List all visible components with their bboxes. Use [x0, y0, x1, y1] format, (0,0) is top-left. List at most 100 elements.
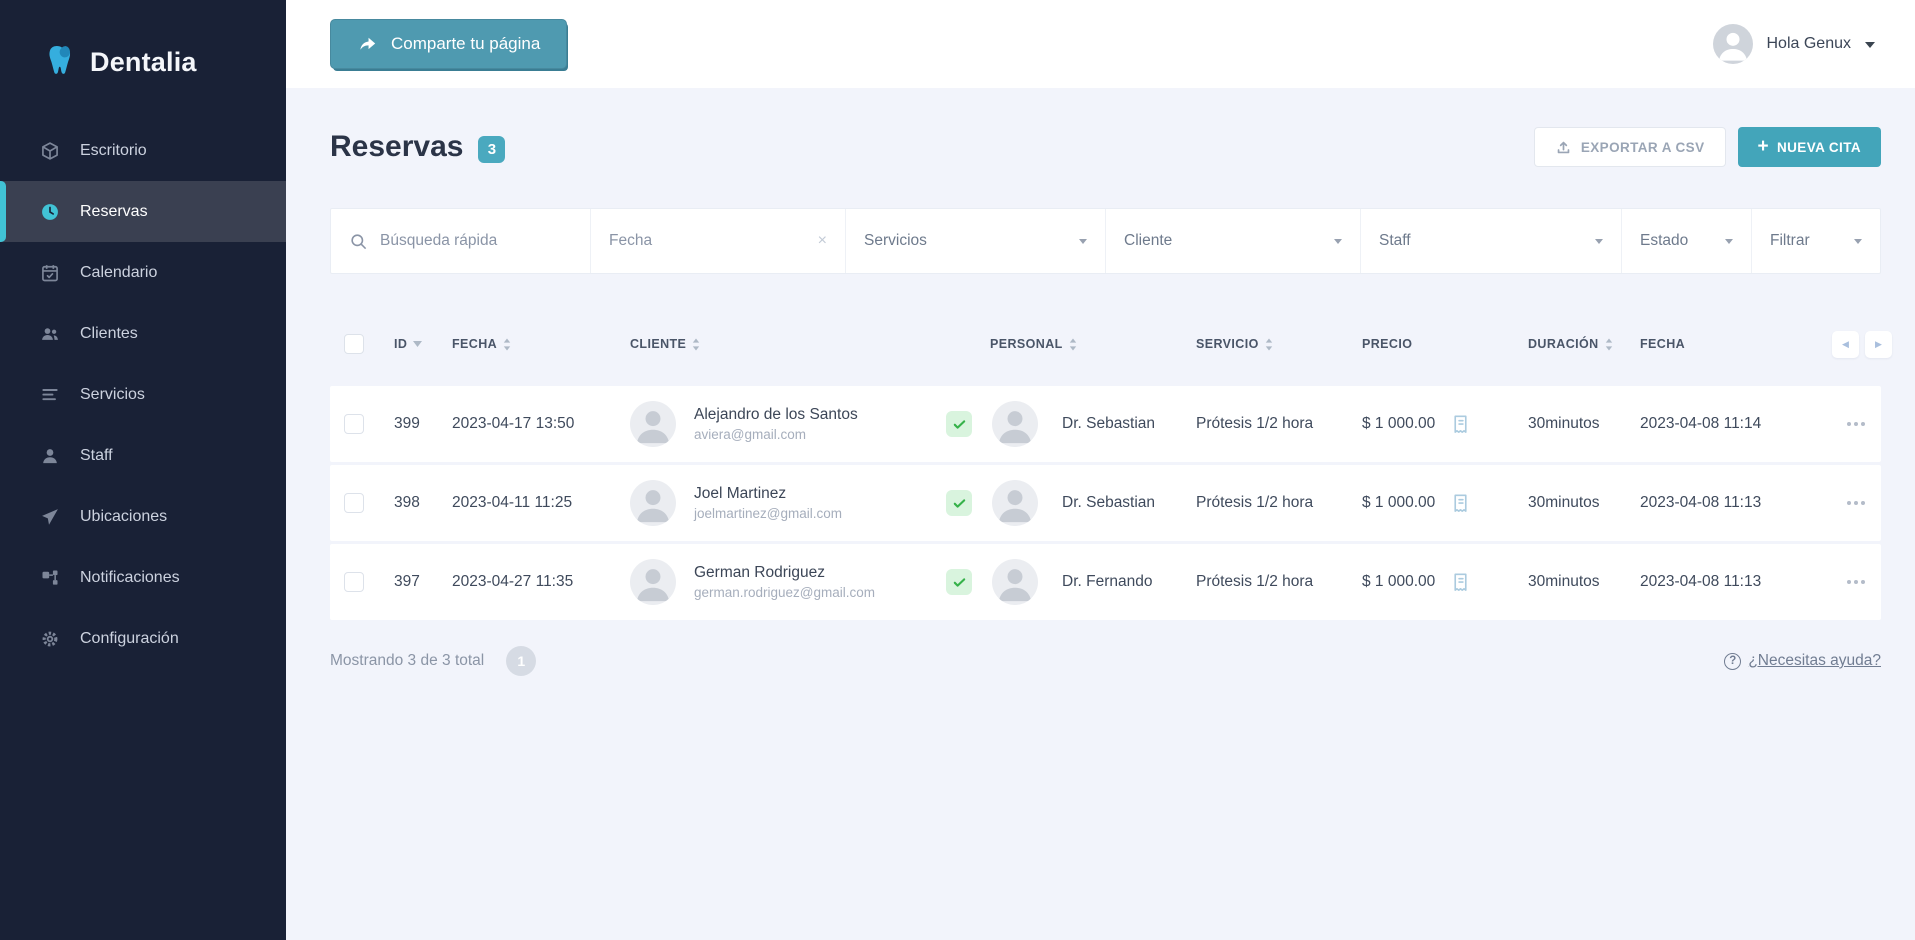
- receipt-icon[interactable]: [1449, 413, 1472, 436]
- sort-icon: [1605, 338, 1612, 350]
- column-header-fecha[interactable]: FECHA: [452, 337, 511, 351]
- client-email: german.rodriguez@gmail.com: [694, 585, 876, 600]
- more-filters[interactable]: Filtrar: [1752, 209, 1880, 273]
- row-menu-button[interactable]: [1847, 501, 1851, 505]
- clear-date-icon[interactable]: ×: [818, 233, 827, 249]
- row-menu-button[interactable]: [1847, 580, 1851, 584]
- column-header-id[interactable]: ID: [394, 337, 423, 351]
- sidebar-item-notificaciones[interactable]: Notificaciones: [0, 547, 286, 608]
- created-datetime: 2023-04-08 11:13: [1640, 573, 1762, 590]
- service-name: Prótesis 1/2 hora: [1196, 573, 1314, 590]
- client-name: German Rodriguez: [694, 564, 825, 581]
- row-checkbox[interactable]: [344, 572, 364, 592]
- row-checkbox[interactable]: [344, 414, 364, 434]
- app-window: Dentalia Escritorio Reservas Calendario Cli…: [0, 0, 1915, 940]
- client-email: aviera@gmail.com: [694, 427, 806, 442]
- header-actions: EXPORTAR A CSV + NUEVA CITA: [1533, 127, 1881, 167]
- user-menu[interactable]: Hola Genux: [1712, 24, 1875, 64]
- sidebar-item-label: Staff: [80, 446, 113, 464]
- share-arrow-icon: [360, 37, 376, 50]
- sidebar-item-ubicaciones[interactable]: Ubicaciones: [0, 486, 286, 547]
- page-title: Reservas: [330, 130, 464, 163]
- help-link[interactable]: ¿Necesitas ayuda?: [1724, 652, 1881, 670]
- topbar: Comparte tu página Hola Genux: [286, 0, 1915, 88]
- sort-icon: [1069, 338, 1076, 350]
- page-number-badge[interactable]: 1: [506, 646, 537, 676]
- caret-down-icon: [1595, 238, 1603, 244]
- created-datetime: 2023-04-08 11:13: [1640, 494, 1762, 511]
- search-input[interactable]: [380, 232, 572, 250]
- export-csv-button[interactable]: EXPORTAR A CSV: [1533, 127, 1726, 167]
- services-filter[interactable]: Servicios: [846, 209, 1106, 273]
- share-page-button[interactable]: Comparte tu página: [330, 19, 568, 69]
- calendar-icon: [40, 263, 60, 283]
- date-filter: ×: [591, 209, 846, 273]
- new-appointment-button[interactable]: + NUEVA CITA: [1737, 127, 1881, 167]
- sidebar-nav: Escritorio Reservas Calendario Clientes Serv…: [0, 120, 286, 669]
- column-header-personal[interactable]: PERSONAL: [990, 337, 1077, 351]
- brand-logo[interactable]: Dentalia: [0, 0, 286, 88]
- caret-down-icon: [1079, 238, 1087, 244]
- staff-avatar: [992, 559, 1038, 605]
- table-footer: Mostrando 3 de 3 total 1 ¿Necesitas ayud…: [330, 646, 1881, 676]
- price-value: $ 1 000.00: [1362, 494, 1436, 511]
- reservation-datetime: 2023-04-11 11:25: [452, 494, 573, 511]
- table-header: ID FECHA CLIENTE PERSONAL SERVICIO PRECI…: [330, 314, 1892, 374]
- sidebar-item-calendario[interactable]: Calendario: [0, 242, 286, 303]
- receipt-icon[interactable]: [1449, 492, 1472, 515]
- sidebar-item-servicios[interactable]: Servicios: [0, 364, 286, 425]
- confirmed-check-icon: [946, 569, 972, 595]
- table-row: 398 2023-04-11 11:25 Joel Martinez joelm…: [330, 465, 1881, 541]
- client-avatar: [630, 559, 676, 605]
- date-filter-input[interactable]: [609, 232, 818, 250]
- receipt-icon[interactable]: [1449, 571, 1472, 594]
- sidebar-item-reservas[interactable]: Reservas: [0, 181, 286, 242]
- tooth-icon: [49, 46, 71, 74]
- sidebar: Dentalia Escritorio Reservas Calendario Cli…: [0, 0, 286, 940]
- staff-filter-label: Staff: [1379, 232, 1411, 249]
- export-csv-label: EXPORTAR A CSV: [1580, 139, 1705, 155]
- duration-value: 30minutos: [1528, 415, 1600, 432]
- confirmed-check-icon: [946, 490, 972, 516]
- sort-down-icon: [413, 341, 423, 347]
- brand-name: Dentalia: [90, 46, 197, 77]
- staff-avatar: [992, 480, 1038, 526]
- services-icon: [40, 385, 60, 405]
- sidebar-item-label: Ubicaciones: [80, 507, 168, 525]
- duration-value: 30minutos: [1528, 494, 1600, 511]
- staff-name: Dr. Sebastian: [1062, 494, 1156, 511]
- page-header: Reservas 3 EXPORTAR A CSV + NUEVA CITA: [330, 126, 1881, 168]
- sidebar-item-configuracion[interactable]: Configuración: [0, 608, 286, 669]
- select-all-checkbox[interactable]: [344, 334, 364, 354]
- service-name: Prótesis 1/2 hora: [1196, 494, 1314, 511]
- sidebar-item-staff[interactable]: Staff: [0, 425, 286, 486]
- prev-page-button[interactable]: ◀: [1832, 330, 1859, 358]
- sidebar-item-clientes[interactable]: Clientes: [0, 303, 286, 364]
- filter-bar: × Servicios Cliente Staff Estado: [330, 208, 1881, 274]
- row-checkbox[interactable]: [344, 493, 364, 513]
- service-name: Prótesis 1/2 hora: [1196, 415, 1314, 432]
- plus-icon: +: [1757, 135, 1769, 157]
- column-header-fecha-registro: FECHA: [1640, 337, 1686, 351]
- caret-down-icon: [1334, 238, 1342, 244]
- staff-filter[interactable]: Staff: [1361, 209, 1622, 273]
- sidebar-item-escritorio[interactable]: Escritorio: [0, 120, 286, 181]
- next-page-button[interactable]: ▶: [1865, 330, 1892, 358]
- client-email: joelmartinez@gmail.com: [694, 506, 842, 521]
- reservation-id: 398: [394, 494, 420, 511]
- new-appointment-label: NUEVA CITA: [1777, 139, 1861, 155]
- column-header-duracion[interactable]: DURACIÓN: [1528, 337, 1613, 351]
- status-filter[interactable]: Estado: [1622, 209, 1752, 273]
- staff-name: Dr. Fernando: [1062, 573, 1153, 590]
- chevron-down-icon: [1865, 42, 1875, 48]
- staff-name: Dr. Sebastian: [1062, 415, 1156, 432]
- client-avatar: [630, 480, 676, 526]
- column-header-cliente[interactable]: CLIENTE: [630, 337, 700, 351]
- column-header-servicio[interactable]: SERVICIO: [1196, 337, 1273, 351]
- sidebar-item-label: Calendario: [80, 263, 158, 281]
- main-area: Comparte tu página Hola Genux Reservas 3: [286, 0, 1915, 940]
- locations-icon: [40, 507, 60, 527]
- content: Reservas 3 EXPORTAR A CSV + NUEVA CITA B…: [286, 88, 1915, 676]
- row-menu-button[interactable]: [1847, 422, 1851, 426]
- client-filter[interactable]: Cliente: [1106, 209, 1361, 273]
